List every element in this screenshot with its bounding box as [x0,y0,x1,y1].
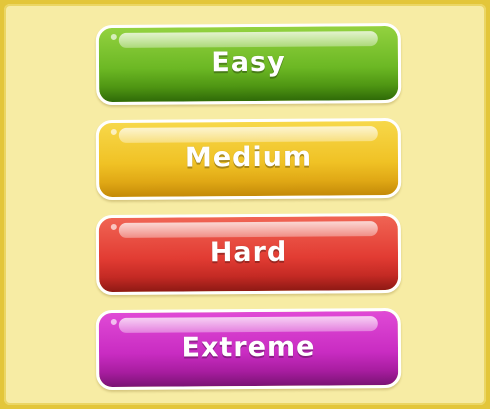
hard-button[interactable]: Hard [95,212,402,296]
easy-button-label: Easy [211,46,286,79]
easy-button-sparkle [110,33,117,40]
extreme-button[interactable]: Extreme [95,307,402,391]
medium-button-label: Medium [184,141,313,174]
medium-button-sparkle [110,128,117,135]
hard-button-label: Hard [209,236,288,269]
easy-button[interactable]: Easy [95,22,402,106]
medium-button[interactable]: Medium [95,117,402,201]
extreme-button-label: Extreme [181,331,316,364]
extreme-button-sparkle [110,318,117,325]
hard-button-sparkle [110,223,117,230]
difficulty-panel: Easy Medium Hard Extreme [4,4,486,405]
